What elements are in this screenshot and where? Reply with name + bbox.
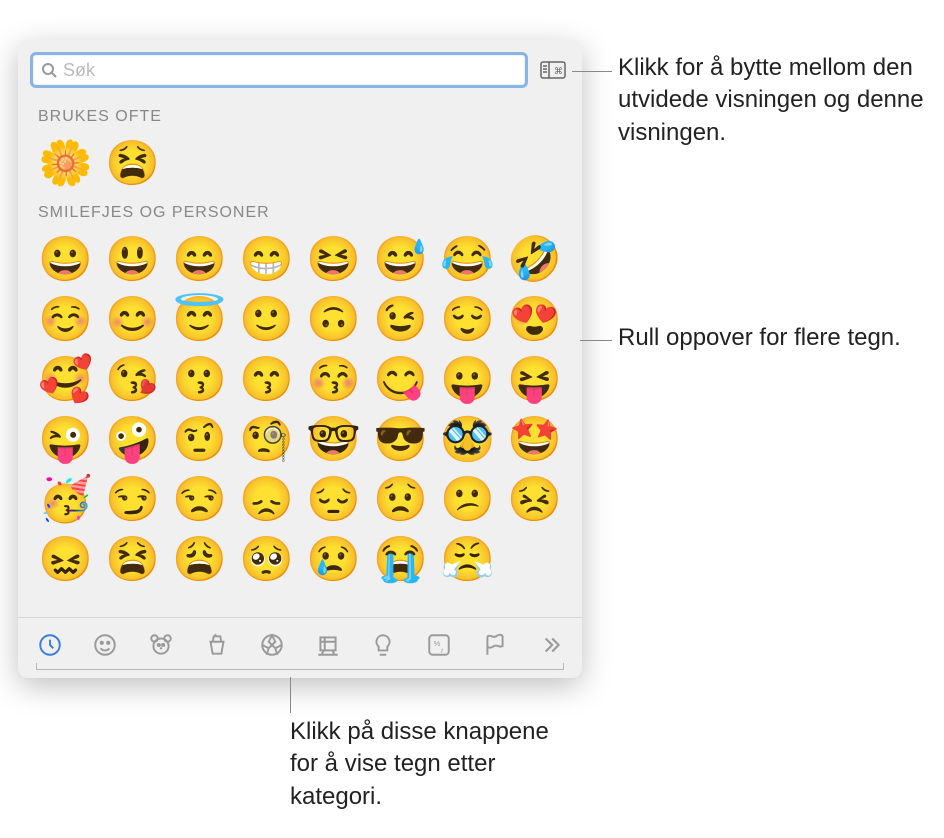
emoji-item[interactable]: 😚 bbox=[302, 352, 365, 408]
emoji-item[interactable]: ☺️ bbox=[34, 292, 97, 348]
character-viewer-panel: ⌘ BRUKES OFTE 🌼😫 SMILEFJES OG PERSONER 😀… bbox=[18, 40, 582, 678]
search-icon bbox=[41, 62, 57, 78]
emoji-item[interactable]: 😌 bbox=[436, 292, 499, 348]
emoji-item[interactable]: 🥺 bbox=[235, 532, 298, 588]
callout-line bbox=[580, 340, 612, 341]
category-animals-nature[interactable] bbox=[143, 626, 179, 664]
emoji-item[interactable]: 😔 bbox=[302, 472, 365, 528]
emoji-item[interactable]: 🌼 bbox=[34, 136, 97, 192]
emoji-item[interactable]: 😘 bbox=[101, 352, 164, 408]
emoji-item[interactable]: 🤣 bbox=[503, 232, 566, 288]
emoji-item[interactable]: 🙂 bbox=[235, 292, 298, 348]
emoji-item[interactable]: 🙃 bbox=[302, 292, 365, 348]
emoji-item[interactable]: 😒 bbox=[168, 472, 231, 528]
emoji-item[interactable]: 😫 bbox=[101, 532, 164, 588]
category-food-drink[interactable] bbox=[199, 626, 235, 664]
emoji-item[interactable]: 🤩 bbox=[503, 412, 566, 468]
emoji-item[interactable]: 🥳 bbox=[34, 472, 97, 528]
emoji-item[interactable]: 🥰 bbox=[34, 352, 97, 408]
emoji-item[interactable]: 😖 bbox=[34, 532, 97, 588]
emoji-item[interactable]: 😋 bbox=[369, 352, 432, 408]
emoji-grid-smileys: 😀😃😄😁😆😅😂🤣 ☺️😊😇🙂🙃😉😌😍 🥰😘😗😙😚😋😛😝 😜🤪🤨🧐🤓😎🥸🤩 🥳😏😒😞😔😟😕… bbox=[34, 232, 566, 588]
emoji-item[interactable]: 😟 bbox=[369, 472, 432, 528]
emoji-item[interactable]: 🧐 bbox=[235, 412, 298, 468]
emoji-item[interactable]: 😉 bbox=[369, 292, 432, 348]
svg-text:⌘: ⌘ bbox=[554, 66, 563, 76]
emoji-scroll-area[interactable]: BRUKES OFTE 🌼😫 SMILEFJES OG PERSONER 😀😃😄… bbox=[18, 96, 582, 617]
callout-categories: Klikk på disse knappene for å vise tegn … bbox=[290, 716, 570, 813]
category-buttons-row: %♪ bbox=[32, 626, 568, 664]
search-field-container[interactable] bbox=[30, 52, 528, 88]
emoji-item[interactable]: 😕 bbox=[436, 472, 499, 528]
emoji-item[interactable]: 😇 bbox=[168, 292, 231, 348]
emoji-item[interactable]: 😙 bbox=[235, 352, 298, 408]
emoji-item[interactable]: 😜 bbox=[34, 412, 97, 468]
callout-line bbox=[572, 71, 612, 72]
callout-expand: Klikk for å bytte mellom den utvidede vi… bbox=[618, 52, 928, 149]
emoji-grid-frequent: 🌼😫 bbox=[34, 136, 566, 192]
callout-scroll: Rull oppover for flere tegn. bbox=[618, 322, 918, 354]
emoji-item[interactable]: 😣 bbox=[503, 472, 566, 528]
category-smileys-people[interactable] bbox=[88, 626, 124, 664]
emoji-item[interactable]: 😆 bbox=[302, 232, 365, 288]
emoji-item[interactable]: 😝 bbox=[503, 352, 566, 408]
emoji-item[interactable]: 😂 bbox=[436, 232, 499, 288]
emoji-item[interactable]: 😭 bbox=[369, 532, 432, 588]
section-title-smileys: SMILEFJES OG PERSONER bbox=[38, 204, 566, 222]
emoji-item[interactable]: 🤪 bbox=[101, 412, 164, 468]
emoji-item[interactable]: 😗 bbox=[168, 352, 231, 408]
expand-view-button[interactable]: ⌘ bbox=[536, 55, 570, 85]
emoji-item[interactable]: 🤨 bbox=[168, 412, 231, 468]
emoji-item[interactable]: 😏 bbox=[101, 472, 164, 528]
category-symbols[interactable]: %♪ bbox=[421, 626, 457, 664]
emoji-item[interactable]: 😢 bbox=[302, 532, 365, 588]
emoji-item[interactable]: 😛 bbox=[436, 352, 499, 408]
emoji-item[interactable]: 😊 bbox=[101, 292, 164, 348]
emoji-item[interactable]: 😃 bbox=[101, 232, 164, 288]
emoji-item[interactable]: 😅 bbox=[369, 232, 432, 288]
category-footer: %♪ bbox=[18, 617, 582, 678]
emoji-item[interactable]: 🥸 bbox=[436, 412, 499, 468]
section-title-frequent: BRUKES OFTE bbox=[38, 108, 566, 126]
emoji-item[interactable]: 😄 bbox=[168, 232, 231, 288]
emoji-item[interactable]: 😫 bbox=[101, 136, 164, 192]
category-frequently-used[interactable] bbox=[32, 626, 68, 664]
category-more[interactable] bbox=[532, 626, 568, 664]
category-flags[interactable] bbox=[477, 626, 513, 664]
emoji-item[interactable]: 😤 bbox=[436, 532, 499, 588]
emoji-item[interactable]: 😞 bbox=[235, 472, 298, 528]
emoji-item[interactable]: 😁 bbox=[235, 232, 298, 288]
emoji-item[interactable]: 😎 bbox=[369, 412, 432, 468]
header-row: ⌘ bbox=[18, 40, 582, 96]
emoji-item[interactable]: 😍 bbox=[503, 292, 566, 348]
category-activity[interactable] bbox=[254, 626, 290, 664]
callout-line bbox=[290, 677, 291, 713]
category-travel-places[interactable] bbox=[310, 626, 346, 664]
emoji-item[interactable]: 😩 bbox=[168, 532, 231, 588]
svg-text:♪: ♪ bbox=[440, 646, 444, 655]
search-input[interactable] bbox=[63, 60, 517, 81]
emoji-item[interactable]: 😀 bbox=[34, 232, 97, 288]
category-objects[interactable] bbox=[366, 626, 402, 664]
emoji-item[interactable]: 🤓 bbox=[302, 412, 365, 468]
